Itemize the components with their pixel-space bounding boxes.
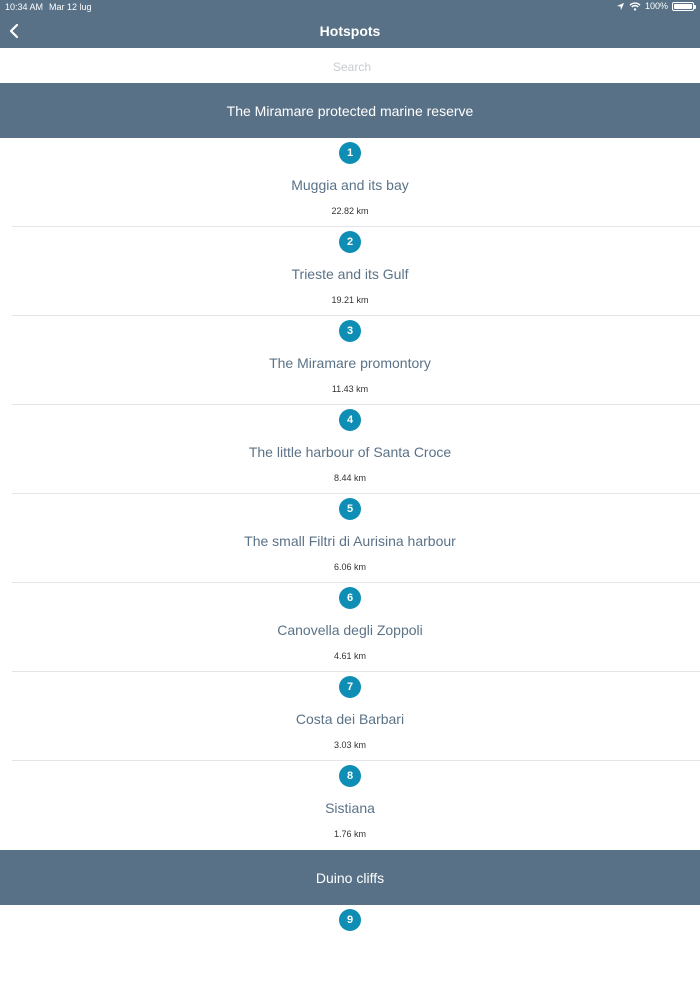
status-indicators: 100%: [616, 1, 696, 11]
hotspot-distance: 11.43 km: [331, 384, 369, 394]
search-input[interactable]: [0, 48, 700, 85]
hotspot-row[interactable]: 7 Costa dei Barbari 3.03 km: [0, 672, 700, 761]
hotspot-row[interactable]: 9: [0, 905, 700, 994]
hotspot-distance: 1.76 km: [333, 829, 366, 839]
hotspot-name: Canovella degli Zoppoli: [277, 622, 423, 638]
hotspot-row[interactable]: 5 The small Filtri di Aurisina harbour 6.0…: [0, 494, 700, 583]
hotspot-number-badge: 8: [339, 765, 361, 787]
hotspot-distance: 4.61 km: [333, 651, 366, 661]
battery-icon: [672, 1, 696, 11]
hotspot-name: The small Filtri di Aurisina harbour: [244, 533, 456, 549]
page-title: Hotspots: [319, 23, 381, 39]
search-bar: [0, 48, 700, 85]
hotspot-row[interactable]: 4 The little harbour of Santa Croce 8.44 k…: [0, 405, 700, 494]
hotspot-name: Trieste and its Gulf: [291, 266, 409, 282]
hotspot-number-badge: 2: [339, 231, 361, 253]
hotspot-distance: 3.03 km: [333, 740, 366, 750]
hotspot-row[interactable]: 3 The Miramare promontory 11.43 km: [0, 316, 700, 405]
location-arrow-icon: [616, 2, 625, 10]
status-bar: 10:34 AM Mar 12 lug 100%: [0, 0, 700, 14]
navigation-bar: 10:34 AM Mar 12 lug 100% Hotspots: [0, 0, 700, 48]
hotspot-name: Sistiana: [325, 800, 375, 816]
hotspot-number-badge: 3: [339, 320, 361, 342]
hotspot-row[interactable]: 1 Muggia and its bay 22.82 km: [0, 138, 700, 227]
wifi-icon: [629, 1, 641, 11]
hotspot-name: Costa dei Barbari: [295, 711, 405, 727]
hotspot-distance: 6.06 km: [333, 562, 366, 572]
hotspot-name: Muggia and its bay: [291, 177, 409, 193]
hotspot-number-badge: 1: [339, 142, 361, 164]
status-time: 10:34 AM: [5, 2, 44, 12]
hotspot-number-badge: 4: [339, 409, 361, 431]
battery-percentage: 100%: [644, 1, 668, 11]
hotspot-row[interactable]: 8 Sistiana 1.76 km: [0, 761, 700, 850]
hotspot-name: The Miramare promontory: [269, 355, 431, 371]
hotspot-number-badge: 5: [339, 498, 361, 520]
section-header: The Miramare protected marine reserve: [0, 83, 700, 138]
hotspot-row[interactable]: 2 Trieste and its Gulf 19.21 km: [0, 227, 700, 316]
hotspot-number-badge: 9: [339, 909, 361, 931]
hotspot-distance: 22.82 km: [331, 206, 369, 216]
hotspot-number-badge: 6: [339, 587, 361, 609]
hotspot-number-badge: 7: [339, 676, 361, 698]
status-date: Mar 12 lug: [49, 2, 92, 12]
hotspot-row[interactable]: 6 Canovella degli Zoppoli 4.61 km: [0, 583, 700, 672]
section-header: Duino cliffs: [0, 850, 700, 905]
hotspot-distance: 8.44 km: [333, 473, 366, 483]
hotspot-name: The little harbour of Santa Croce: [248, 444, 452, 460]
hotspot-distance: 19.21 km: [331, 295, 369, 305]
